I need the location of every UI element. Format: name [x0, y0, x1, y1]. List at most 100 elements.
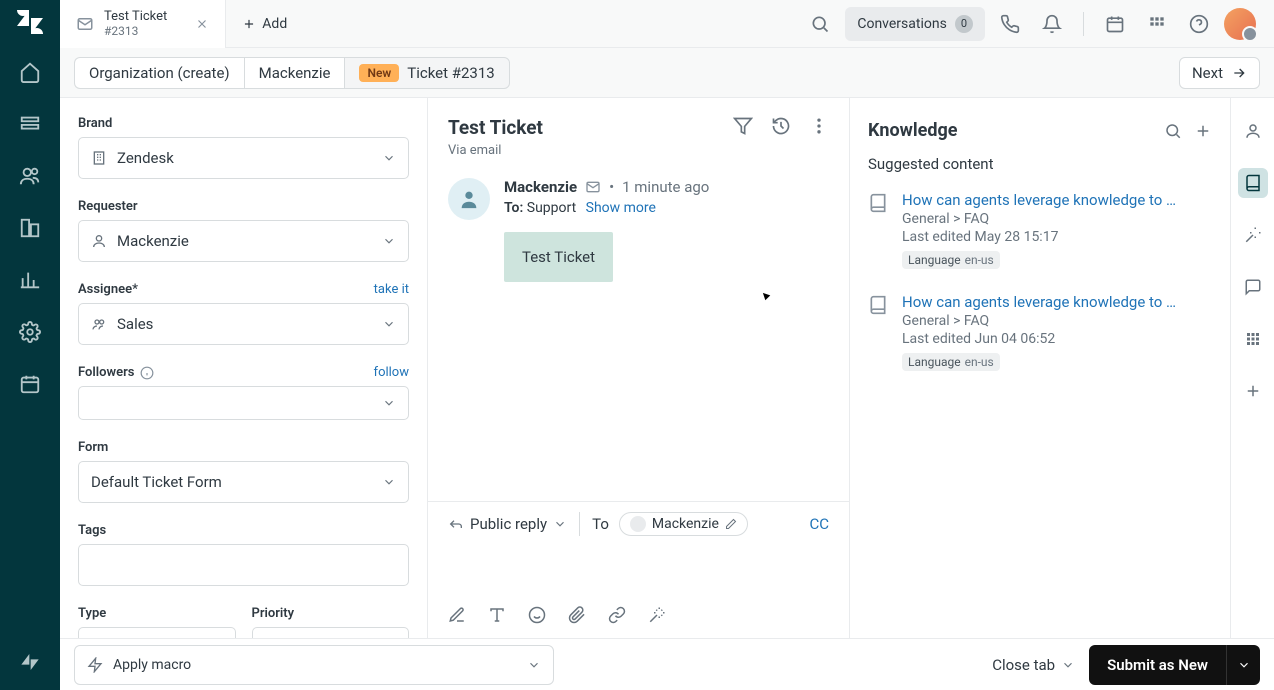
article-path: General > FAQ — [902, 211, 1182, 227]
requester-select[interactable]: Mackenzie — [78, 220, 409, 262]
message-author[interactable]: Mackenzie — [504, 178, 577, 196]
followers-select[interactable] — [78, 386, 409, 420]
filter-icon[interactable] — [733, 116, 753, 136]
show-more-link[interactable]: Show more — [586, 200, 656, 216]
conversations-button[interactable]: Conversations 0 — [845, 7, 985, 41]
pencil-icon[interactable] — [725, 518, 737, 530]
message-timestamp: 1 minute ago — [622, 178, 709, 196]
reply-type-select[interactable]: Public reply — [448, 515, 567, 533]
brand-label: Brand — [78, 116, 409, 131]
add-tab-button[interactable]: Add — [226, 16, 303, 32]
arrow-right-icon — [1231, 65, 1247, 81]
link-icon[interactable] — [608, 606, 626, 624]
chevron-down-icon — [527, 658, 541, 672]
more-icon[interactable] — [809, 116, 829, 136]
chevron-down-icon — [553, 517, 567, 531]
type-select[interactable]: - — [78, 627, 236, 638]
emoji-icon[interactable] — [528, 606, 546, 624]
requester-label: Requester — [78, 199, 409, 214]
chevron-down-icon — [382, 234, 396, 248]
apps-icon[interactable] — [1238, 324, 1268, 354]
reply-icon — [448, 516, 464, 532]
nav-views-icon[interactable] — [16, 110, 44, 138]
article-edited: Last edited May 28 15:17 — [902, 229, 1182, 245]
nav-reporting-icon[interactable] — [16, 266, 44, 294]
cc-link[interactable]: CC — [809, 515, 829, 533]
knowledge-item[interactable]: How can agents leverage knowledge to hel… — [868, 293, 1212, 371]
zendesk-logo-icon — [15, 10, 45, 34]
top-bar: Test Ticket #2313 Add Conversations 0 — [60, 0, 1274, 48]
priority-select[interactable]: Normal — [252, 627, 410, 638]
left-nav-rail — [0, 0, 60, 690]
reply-to-label: To — [592, 515, 609, 533]
search-icon[interactable] — [803, 7, 837, 41]
mini-avatar-icon — [630, 516, 646, 532]
ticket-via: Via email — [448, 143, 733, 158]
nav-zendesk-icon[interactable] — [16, 648, 44, 676]
help-icon[interactable] — [1182, 7, 1216, 41]
user-icon — [91, 233, 107, 249]
chevron-down-icon — [382, 151, 396, 165]
article-icon — [868, 193, 888, 269]
breadcrumb-ticket[interactable]: New Ticket #2313 — [344, 57, 509, 89]
breadcrumb-user[interactable]: Mackenzie — [244, 57, 345, 89]
reply-textarea[interactable] — [428, 546, 849, 600]
nav-home-icon[interactable] — [16, 58, 44, 86]
chevron-down-icon — [382, 396, 396, 410]
chevron-down-icon — [382, 317, 396, 331]
article-title: How can agents leverage knowledge to hel… — [902, 191, 1182, 209]
apply-macro-button[interactable]: Apply macro — [74, 645, 554, 685]
form-label: Form — [78, 440, 409, 455]
phone-icon[interactable] — [993, 7, 1027, 41]
nav-calendar-icon[interactable] — [16, 370, 44, 398]
attachment-icon[interactable] — [568, 606, 586, 624]
submit-dropdown[interactable] — [1226, 645, 1260, 685]
user-context-icon[interactable] — [1238, 116, 1268, 146]
user-avatar[interactable] — [1224, 8, 1256, 40]
tags-label: Tags — [78, 523, 409, 538]
info-icon[interactable] — [140, 366, 154, 380]
knowledge-search-icon[interactable] — [1164, 122, 1182, 140]
ai-wand-icon[interactable] — [1238, 220, 1268, 250]
knowledge-item[interactable]: How can agents leverage knowledge to hel… — [868, 191, 1212, 269]
follow-link[interactable]: follow — [374, 365, 409, 380]
knowledge-app-icon[interactable] — [1238, 168, 1268, 198]
lightning-icon — [87, 657, 103, 673]
bell-icon[interactable] — [1035, 7, 1069, 41]
message-avatar — [448, 178, 490, 220]
history-icon[interactable] — [771, 116, 791, 136]
plus-icon — [242, 17, 256, 31]
compose-icon[interactable] — [448, 606, 466, 624]
nav-admin-icon[interactable] — [16, 318, 44, 346]
article-path: General > FAQ — [902, 313, 1182, 329]
close-icon[interactable] — [195, 17, 209, 31]
close-tab-button[interactable]: Close tab — [992, 656, 1075, 674]
next-button[interactable]: Next — [1179, 57, 1260, 89]
email-icon — [76, 15, 94, 33]
reply-to-chip[interactable]: Mackenzie — [619, 512, 748, 536]
tab-subtitle: #2313 — [104, 24, 167, 38]
chat-icon[interactable] — [1238, 272, 1268, 302]
nav-organizations-icon[interactable] — [16, 214, 44, 242]
form-select[interactable]: Default Ticket Form — [78, 461, 409, 503]
assignee-select[interactable]: Sales — [78, 303, 409, 345]
knowledge-panel: Knowledge Suggested content How can agen… — [850, 98, 1230, 638]
nav-customers-icon[interactable] — [16, 162, 44, 190]
ticket-conversation-panel: Test Ticket Via email Mackenz — [428, 98, 850, 638]
submit-button[interactable]: Submit as New — [1089, 645, 1226, 685]
article-language-tag: Language en-us — [902, 353, 1000, 371]
footer-bar: Apply macro Close tab Submit as New — [60, 638, 1274, 690]
knowledge-add-icon[interactable] — [1194, 122, 1212, 140]
knowledge-title: Knowledge — [868, 120, 1152, 141]
tags-input[interactable] — [78, 544, 409, 586]
group-icon — [91, 316, 107, 332]
text-format-icon[interactable] — [488, 606, 506, 624]
add-app-icon[interactable] — [1238, 376, 1268, 406]
workspace-tab[interactable]: Test Ticket #2313 — [60, 0, 226, 48]
apps-grid-icon[interactable] — [1140, 7, 1174, 41]
brand-select[interactable]: Zendesk — [78, 137, 409, 179]
take-it-link[interactable]: take it — [374, 282, 409, 297]
macro-wand-icon[interactable] — [648, 606, 666, 624]
breadcrumb-org[interactable]: Organization (create) — [74, 57, 244, 89]
calendar-top-icon[interactable] — [1098, 7, 1132, 41]
